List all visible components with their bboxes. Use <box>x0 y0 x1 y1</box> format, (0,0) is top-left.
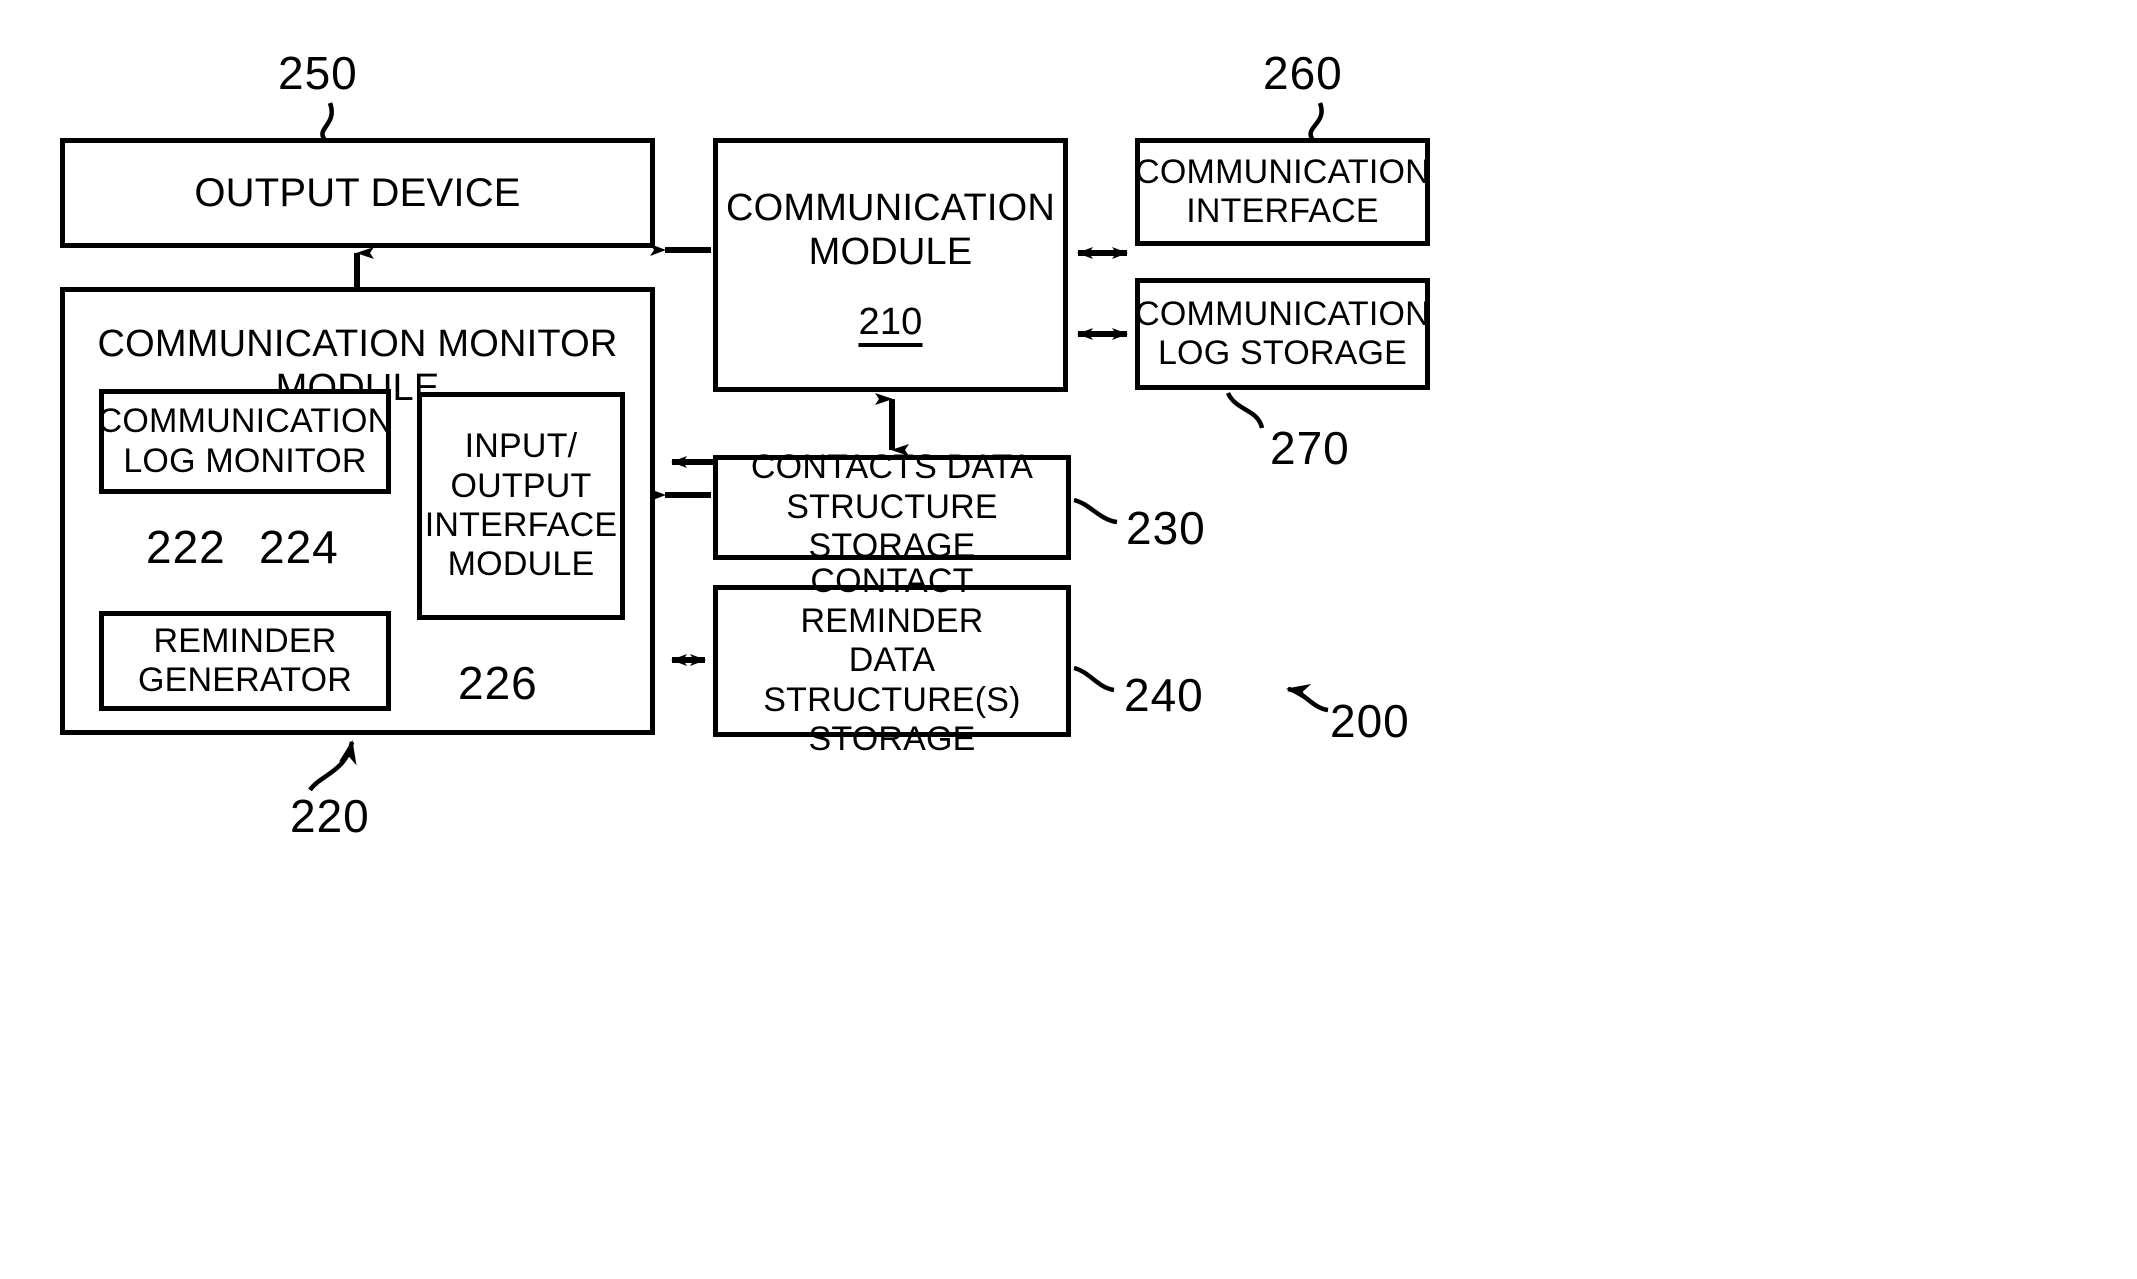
box-communication-log-storage: COMMUNICATION LOG STORAGE <box>1135 278 1430 390</box>
patent-figure-canvas: OUTPUT DEVICE COMMUNICATION MONITOR MODU… <box>0 0 2137 1279</box>
leader-220 <box>308 740 357 792</box>
box-communication-module-label: COMMUNICATION MODULE <box>725 186 1056 273</box>
reference-numeral-270: 270 <box>1270 422 1350 474</box>
leader-260 <box>1308 102 1324 142</box>
leader-200 <box>1286 683 1329 713</box>
reference-numeral-200: 200 <box>1330 695 1410 747</box>
reference-numeral-240: 240 <box>1124 669 1204 721</box>
box-communication-interface-label: COMMUNICATION INTERFACE <box>1135 152 1430 230</box>
leader-270 <box>1225 391 1265 429</box>
box-input-output-interface-module: INPUT/ OUTPUT INTERFACE MODULE <box>417 392 625 620</box>
box-communication-interface: COMMUNICATION INTERFACE <box>1135 138 1430 246</box>
box-communication-log-storage-label: COMMUNICATION LOG STORAGE <box>1135 294 1430 372</box>
box-output-device-label: OUTPUT DEVICE <box>194 170 521 215</box>
leader-240 <box>1073 665 1115 693</box>
box-contact-reminder-data-structure-storage-label: CONTACT REMINDER DATA STRUCTURE(S) STORA… <box>763 562 1021 759</box>
box-communication-monitor-module: COMMUNICATION MONITOR MODULE COMMUNICATI… <box>60 287 655 735</box>
box-contacts-data-structure-storage-label: CONTACTS DATA STRUCTURE STORAGE <box>750 448 1034 566</box>
leader-230 <box>1073 497 1118 525</box>
box-reminder-generator-label: REMINDER GENERATOR <box>137 621 353 699</box>
box-communication-module: COMMUNICATION MODULE 210 <box>713 138 1068 392</box>
leader-250 <box>320 102 334 142</box>
reference-numeral-260: 260 <box>1263 47 1343 99</box>
reference-numeral-220: 220 <box>290 790 370 842</box>
reference-numeral-222: 222 <box>146 521 226 573</box>
box-output-device: OUTPUT DEVICE <box>60 138 655 248</box>
box-reminder-generator: REMINDER GENERATOR <box>99 611 391 711</box>
box-communication-module-ref: 210 <box>858 301 923 344</box>
reference-numeral-226: 226 <box>458 657 538 709</box>
reference-numeral-230: 230 <box>1126 502 1206 554</box>
box-communication-log-monitor-label: COMMUNICATION LOG MONITOR <box>97 402 393 480</box>
reference-numeral-250: 250 <box>278 47 358 99</box>
box-contacts-data-structure-storage: CONTACTS DATA STRUCTURE STORAGE <box>713 448 1071 565</box>
box-communication-log-monitor: COMMUNICATION LOG MONITOR <box>97 389 393 494</box>
reference-numeral-224: 224 <box>259 521 339 573</box>
box-contact-reminder-data-structure-storage: CONTACT REMINDER DATA STRUCTURE(S) STORA… <box>713 562 1071 758</box>
box-input-output-interface-module-label: INPUT/ OUTPUT INTERFACE MODULE <box>424 427 618 584</box>
